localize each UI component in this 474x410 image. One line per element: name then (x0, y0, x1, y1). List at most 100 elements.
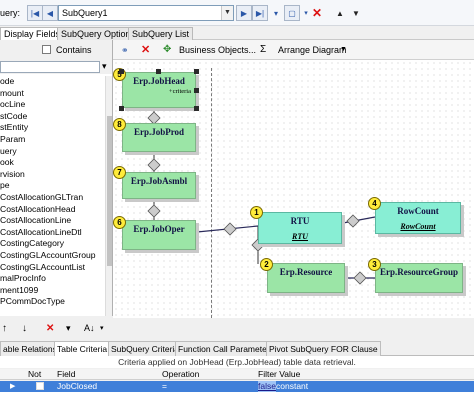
list-item[interactable]: ode (0, 76, 106, 88)
node-jobprod[interactable]: Erp.JobProd (122, 123, 196, 152)
filter-icon[interactable]: ▾ (102, 61, 107, 72)
row-indicator-icon: ▶ (10, 383, 16, 390)
node-title: Erp.JobOper (133, 224, 185, 234)
table-search-input[interactable] (0, 61, 100, 73)
next-icon[interactable]: ▶ (236, 5, 252, 21)
tab-display-fields[interactable]: Display Fields (0, 27, 65, 40)
node-resource[interactable]: Erp.Resource (267, 263, 345, 293)
node-subtitle: RTU (292, 232, 308, 241)
move-up-icon[interactable]: ▲ (332, 5, 348, 21)
criteria-description: Criteria applied on JobHead (Erp.JobHead… (0, 356, 474, 368)
arrange-diagram-button[interactable]: Arrange Diagram (278, 45, 347, 55)
list-item[interactable]: pe (0, 180, 106, 192)
list-item[interactable]: ook (0, 157, 106, 169)
table-list-scrollbar[interactable] (105, 76, 112, 316)
chevron-down-icon[interactable]: ▼ (221, 6, 233, 20)
delete-icon[interactable]: ✕ (309, 5, 325, 21)
node-rtu[interactable]: RTU RTU (258, 212, 342, 244)
node-title: Erp.JobAsmbl (130, 176, 188, 186)
list-item[interactable]: ocLine (0, 99, 106, 111)
list-item[interactable]: CostAllocationLine (0, 215, 106, 227)
list-item[interactable]: CostingCategory (0, 238, 106, 250)
node-title: RowCount (397, 206, 439, 216)
node-jobasmbl[interactable]: Erp.JobAsmbl (122, 172, 196, 199)
list-item[interactable]: CostAllocationLineDtl (0, 227, 106, 239)
first-icon[interactable]: |◀ (27, 5, 43, 21)
move-up-icon[interactable]: ↑ (2, 323, 7, 334)
list-item[interactable]: ment1099 (0, 285, 106, 297)
selection-handle[interactable] (194, 69, 199, 74)
node-title: Erp.Resource (279, 267, 333, 277)
list-item[interactable]: Param (0, 134, 106, 146)
order-badge: 8 (113, 118, 126, 131)
diagram-toolbar: ⚭ ✕ ✥ Business Objects... Σ Arrange Diag… (113, 40, 474, 60)
selection-handle[interactable] (119, 106, 124, 111)
list-item[interactable]: stCode (0, 111, 106, 123)
list-item[interactable]: malProcInfo (0, 273, 106, 285)
row-operation[interactable]: = (162, 381, 167, 392)
list-item[interactable]: rvision (0, 169, 106, 181)
selection-handle[interactable] (156, 69, 161, 74)
business-objects-icon[interactable]: ✥ (163, 44, 171, 55)
filter-row: ▾ (0, 60, 112, 74)
remove-icon[interactable]: ✕ (46, 323, 54, 334)
row-field[interactable]: JobClosed (57, 381, 97, 392)
tab-table-criteria[interactable]: Table Criteria (54, 341, 111, 356)
list-item[interactable]: CostingGLAccountList (0, 262, 106, 274)
sort-az-icon[interactable]: A↓ (84, 323, 95, 333)
node-jobhead[interactable]: Erp.JobHead +criteria (122, 72, 196, 108)
move-down-icon[interactable]: ↓ (22, 323, 27, 334)
order-badge: 6 (113, 216, 126, 229)
sigma-icon[interactable]: Σ (260, 44, 266, 55)
tab-function-call-parameters[interactable]: Function Call Parameters (175, 341, 277, 356)
list-item[interactable]: CostAllocationHead (0, 204, 106, 216)
delete-relation-icon[interactable]: ✕ (141, 43, 150, 56)
col-filter-value[interactable]: Filter Value (258, 369, 300, 380)
contains-row: Contains (0, 40, 112, 60)
selection-handle[interactable] (194, 88, 199, 93)
order-badge: 4 (368, 197, 381, 210)
arrange-chevron-icon[interactable]: ▼ (340, 46, 347, 53)
order-badge: 2 (260, 258, 273, 271)
list-item[interactable]: stEntity (0, 122, 106, 134)
tab-subquery-options[interactable]: SubQuery Options (57, 27, 140, 40)
list-item[interactable]: mount (0, 88, 106, 100)
selection-handle[interactable] (194, 106, 199, 111)
subquery-select[interactable]: SubQuery1 ▼ (58, 5, 234, 21)
sort-chevron-icon[interactable]: ▾ (100, 324, 104, 332)
tab-subquery-criteria[interactable]: SubQuery Criteria (108, 341, 183, 356)
row-filter-type[interactable]: constant (276, 381, 308, 392)
previous-icon[interactable]: ◀ (42, 5, 58, 21)
tab-table-relations[interactable]: able Relations (0, 341, 60, 356)
diagram-canvas[interactable]: Erp.JobHead +criteria 5 Erp.JobProd 8 Er… (113, 60, 474, 318)
last-icon[interactable]: ▶| (252, 5, 268, 21)
sort-dropdown-icon[interactable]: ▾ (66, 323, 71, 334)
list-item[interactable]: PCommDocType (0, 296, 106, 308)
scrollbar-thumb[interactable] (107, 116, 112, 266)
list-item[interactable]: CostAllocationGLTran (0, 192, 106, 204)
node-title: Erp.ResourceGroup (380, 267, 458, 277)
list-item[interactable]: CostingGLAccountGroup (0, 250, 106, 262)
col-field[interactable]: Field (57, 369, 75, 380)
row-filter-link[interactable]: false (258, 381, 276, 392)
contains-checkbox[interactable] (42, 45, 51, 54)
node-resourcegroup[interactable]: Erp.ResourceGroup (375, 263, 463, 293)
table-list[interactable]: ode mount ocLine stCode stEntity Param u… (0, 76, 106, 308)
selection-handle[interactable] (119, 69, 124, 74)
move-down-icon[interactable]: ▼ (348, 5, 364, 21)
node-title: RTU (290, 216, 310, 226)
order-badge: 3 (368, 258, 381, 271)
not-checkbox[interactable] (36, 382, 44, 390)
table-list-panel: Contains ▾ ode mount ocLine stCode stEnt… (0, 40, 113, 316)
tab-pivot-for-clause[interactable]: Pivot SubQuery FOR Clause (266, 341, 381, 356)
node-joboper[interactable]: Erp.JobOper (122, 220, 196, 250)
col-operation[interactable]: Operation (162, 369, 199, 380)
list-item[interactable]: uery (0, 146, 106, 158)
node-rowcount[interactable]: RowCount RowCount (375, 202, 461, 234)
table-row[interactable]: ▶ JobClosed = false constant (0, 381, 474, 392)
business-objects-button[interactable]: Business Objects... (179, 45, 256, 55)
link-icon[interactable]: ⚭ (121, 45, 129, 56)
col-not[interactable]: Not (28, 369, 41, 380)
dropdown-icon[interactable]: ▾ (268, 5, 284, 21)
tab-subquery-list[interactable]: SubQuery List (128, 27, 194, 40)
